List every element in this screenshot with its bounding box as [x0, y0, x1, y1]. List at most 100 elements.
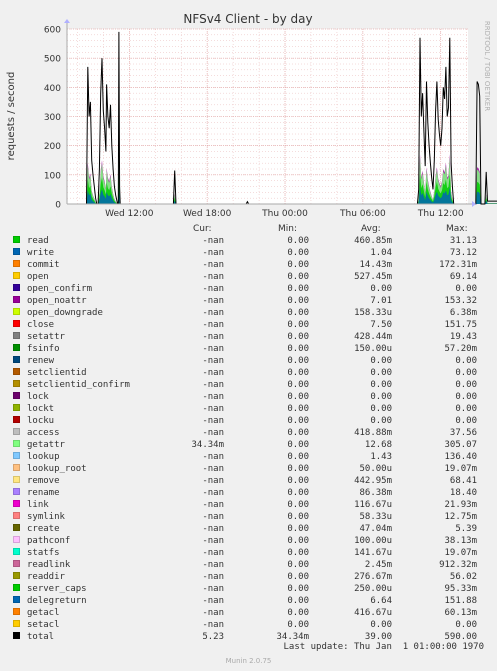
legend-min-value: 0.00 [287, 416, 309, 426]
legend-min-value: 0.00 [287, 524, 309, 534]
legend-cur-value: -nan [202, 332, 224, 342]
legend-cur-value: -nan [202, 368, 224, 378]
legend-cur-value: -nan [202, 464, 224, 474]
legend-series-name: setattr [27, 332, 65, 342]
legend-row: setclientid -nan 0.00 0.00 0.00 [0, 368, 497, 380]
legend-avg-value: 116.67u [354, 500, 392, 510]
legend-row: open_noattr -nan 0.00 7.01 153.32 [0, 296, 497, 308]
legend-min-value: 0.00 [287, 620, 309, 630]
legend-swatch [13, 332, 20, 339]
legend-swatch [13, 368, 20, 375]
legend-avg-value: 428.44m [354, 332, 392, 342]
legend-avg-value: 2.45m [364, 560, 392, 570]
legend-max-value: 0.00 [455, 404, 477, 414]
legend-row: server_caps -nan 0.00 250.00u 95.33m [0, 584, 497, 596]
legend-row: lookup_root -nan 0.00 50.00u 19.07m [0, 464, 497, 476]
legend-cur-value: -nan [202, 320, 224, 330]
legend-series-name: lookup_root [27, 464, 87, 474]
legend-row: renew -nan 0.00 0.00 0.00 [0, 356, 497, 368]
legend-row: close -nan 0.00 7.50 151.75 [0, 320, 497, 332]
legend-series-name: lookup [27, 452, 60, 462]
legend-series-name: read [27, 236, 49, 246]
legend-row: symlink -nan 0.00 58.33u 12.75m [0, 512, 497, 524]
chart-title: NFSv4 Client - by day [183, 12, 312, 26]
legend-series-name: setclientid [27, 368, 87, 378]
legend-swatch [13, 428, 20, 435]
legend-swatch [13, 620, 20, 627]
legend-cur-value: -nan [202, 620, 224, 630]
legend-swatch [13, 500, 20, 507]
legend-min-value: 0.00 [287, 572, 309, 582]
legend-avg-value: 460.85m [354, 236, 392, 246]
legend-swatch [13, 608, 20, 615]
legend-max-value: 305.07 [444, 440, 477, 450]
legend-max-value: 73.12 [449, 248, 477, 258]
legend-min-value: 0.00 [287, 308, 309, 318]
legend-cur-value: -nan [202, 416, 224, 426]
legend-max-value: 56.02 [449, 572, 477, 582]
legend-cur-value: -nan [202, 392, 224, 402]
legend-max-value: 151.75 [444, 320, 477, 330]
legend-max-value: 172.31m [439, 260, 477, 270]
legend-max-value: 18.40 [449, 488, 477, 498]
legend-max-value: 0.00 [455, 620, 477, 630]
legend-avg-value: 0.00 [370, 356, 392, 366]
legend-swatch [13, 488, 20, 495]
legend-swatch [13, 416, 20, 423]
legend-min-value: 0.00 [287, 512, 309, 522]
y-tick-label: 300 [44, 113, 61, 123]
legend-cur-value: -nan [202, 236, 224, 246]
rrdtool-watermark: RRDTOOL / TOBI OETIKER [483, 21, 491, 111]
legend-max-value: 0.00 [455, 284, 477, 294]
legend-avg-value: 0.00 [370, 404, 392, 414]
legend-avg-value: 418.88m [354, 428, 392, 438]
legend-max-value: 12.75m [444, 512, 477, 522]
legend-series-name: readdir [27, 572, 65, 582]
legend-min-value: 0.00 [287, 356, 309, 366]
legend-row: commit -nan 0.00 14.43m 172.31m [0, 260, 497, 272]
last-update-text: Last update: Thu Jan 1 01:00:00 1970 [283, 642, 484, 652]
legend-series-name: getacl [27, 608, 60, 618]
legend-max-value: 68.41 [449, 476, 477, 486]
y-tick-label: 500 [44, 55, 61, 65]
x-tick-label: Wed 18:00 [183, 209, 232, 219]
legend-swatch [13, 296, 20, 303]
legend-avg-value: 47.04m [359, 524, 392, 534]
legend-min-value: 0.00 [287, 452, 309, 462]
legend-swatch [13, 452, 20, 459]
legend-series-name: lockt [27, 404, 55, 414]
legend-series-name: server_caps [27, 584, 87, 594]
legend-cur-value: -nan [202, 512, 224, 522]
legend-cur-value: -nan [202, 548, 224, 558]
legend-max-value: 95.33m [444, 584, 477, 594]
legend-swatch [13, 320, 20, 327]
legend-avg-value: 416.67u [354, 608, 392, 618]
legend-row: remove -nan 0.00 442.95m 68.41 [0, 476, 497, 488]
legend-cur-value: -nan [202, 404, 224, 414]
legend-min-value: 0.00 [287, 296, 309, 306]
legend-avg-value: 6.64 [370, 596, 392, 606]
legend-row: lockt -nan 0.00 0.00 0.00 [0, 404, 497, 416]
legend-min-value: 34.34m [276, 632, 309, 642]
legend-avg-value: 0.00 [370, 392, 392, 402]
legend-min-value: 0.00 [287, 536, 309, 546]
legend-avg-value: 7.01 [370, 296, 392, 306]
legend-swatch [13, 272, 20, 279]
legend-avg-value: 0.00 [370, 620, 392, 630]
legend-swatch [13, 464, 20, 471]
legend-min-value: 0.00 [287, 548, 309, 558]
legend-max-value: 69.14 [449, 272, 477, 282]
legend-cur-value: -nan [202, 452, 224, 462]
legend-series-name: setacl [27, 620, 60, 630]
legend-max-value: 6.38m [449, 308, 477, 318]
legend-swatch [13, 560, 20, 567]
chart-area: NFSv4 Client - by day requests / second … [6, 12, 497, 219]
legend-avg-value: 1.04 [370, 248, 392, 258]
legend-swatch [13, 536, 20, 543]
legend-swatch [13, 392, 20, 399]
legend-max-value: 0.00 [455, 392, 477, 402]
legend-row: readdir -nan 0.00 276.67m 56.02 [0, 572, 497, 584]
legend-min-value: 0.00 [287, 584, 309, 594]
legend-max-value: 151.88 [444, 596, 477, 606]
legend: read -nan 0.00 460.85m 31.13 write -nan 0.00 1.0… [0, 236, 497, 644]
